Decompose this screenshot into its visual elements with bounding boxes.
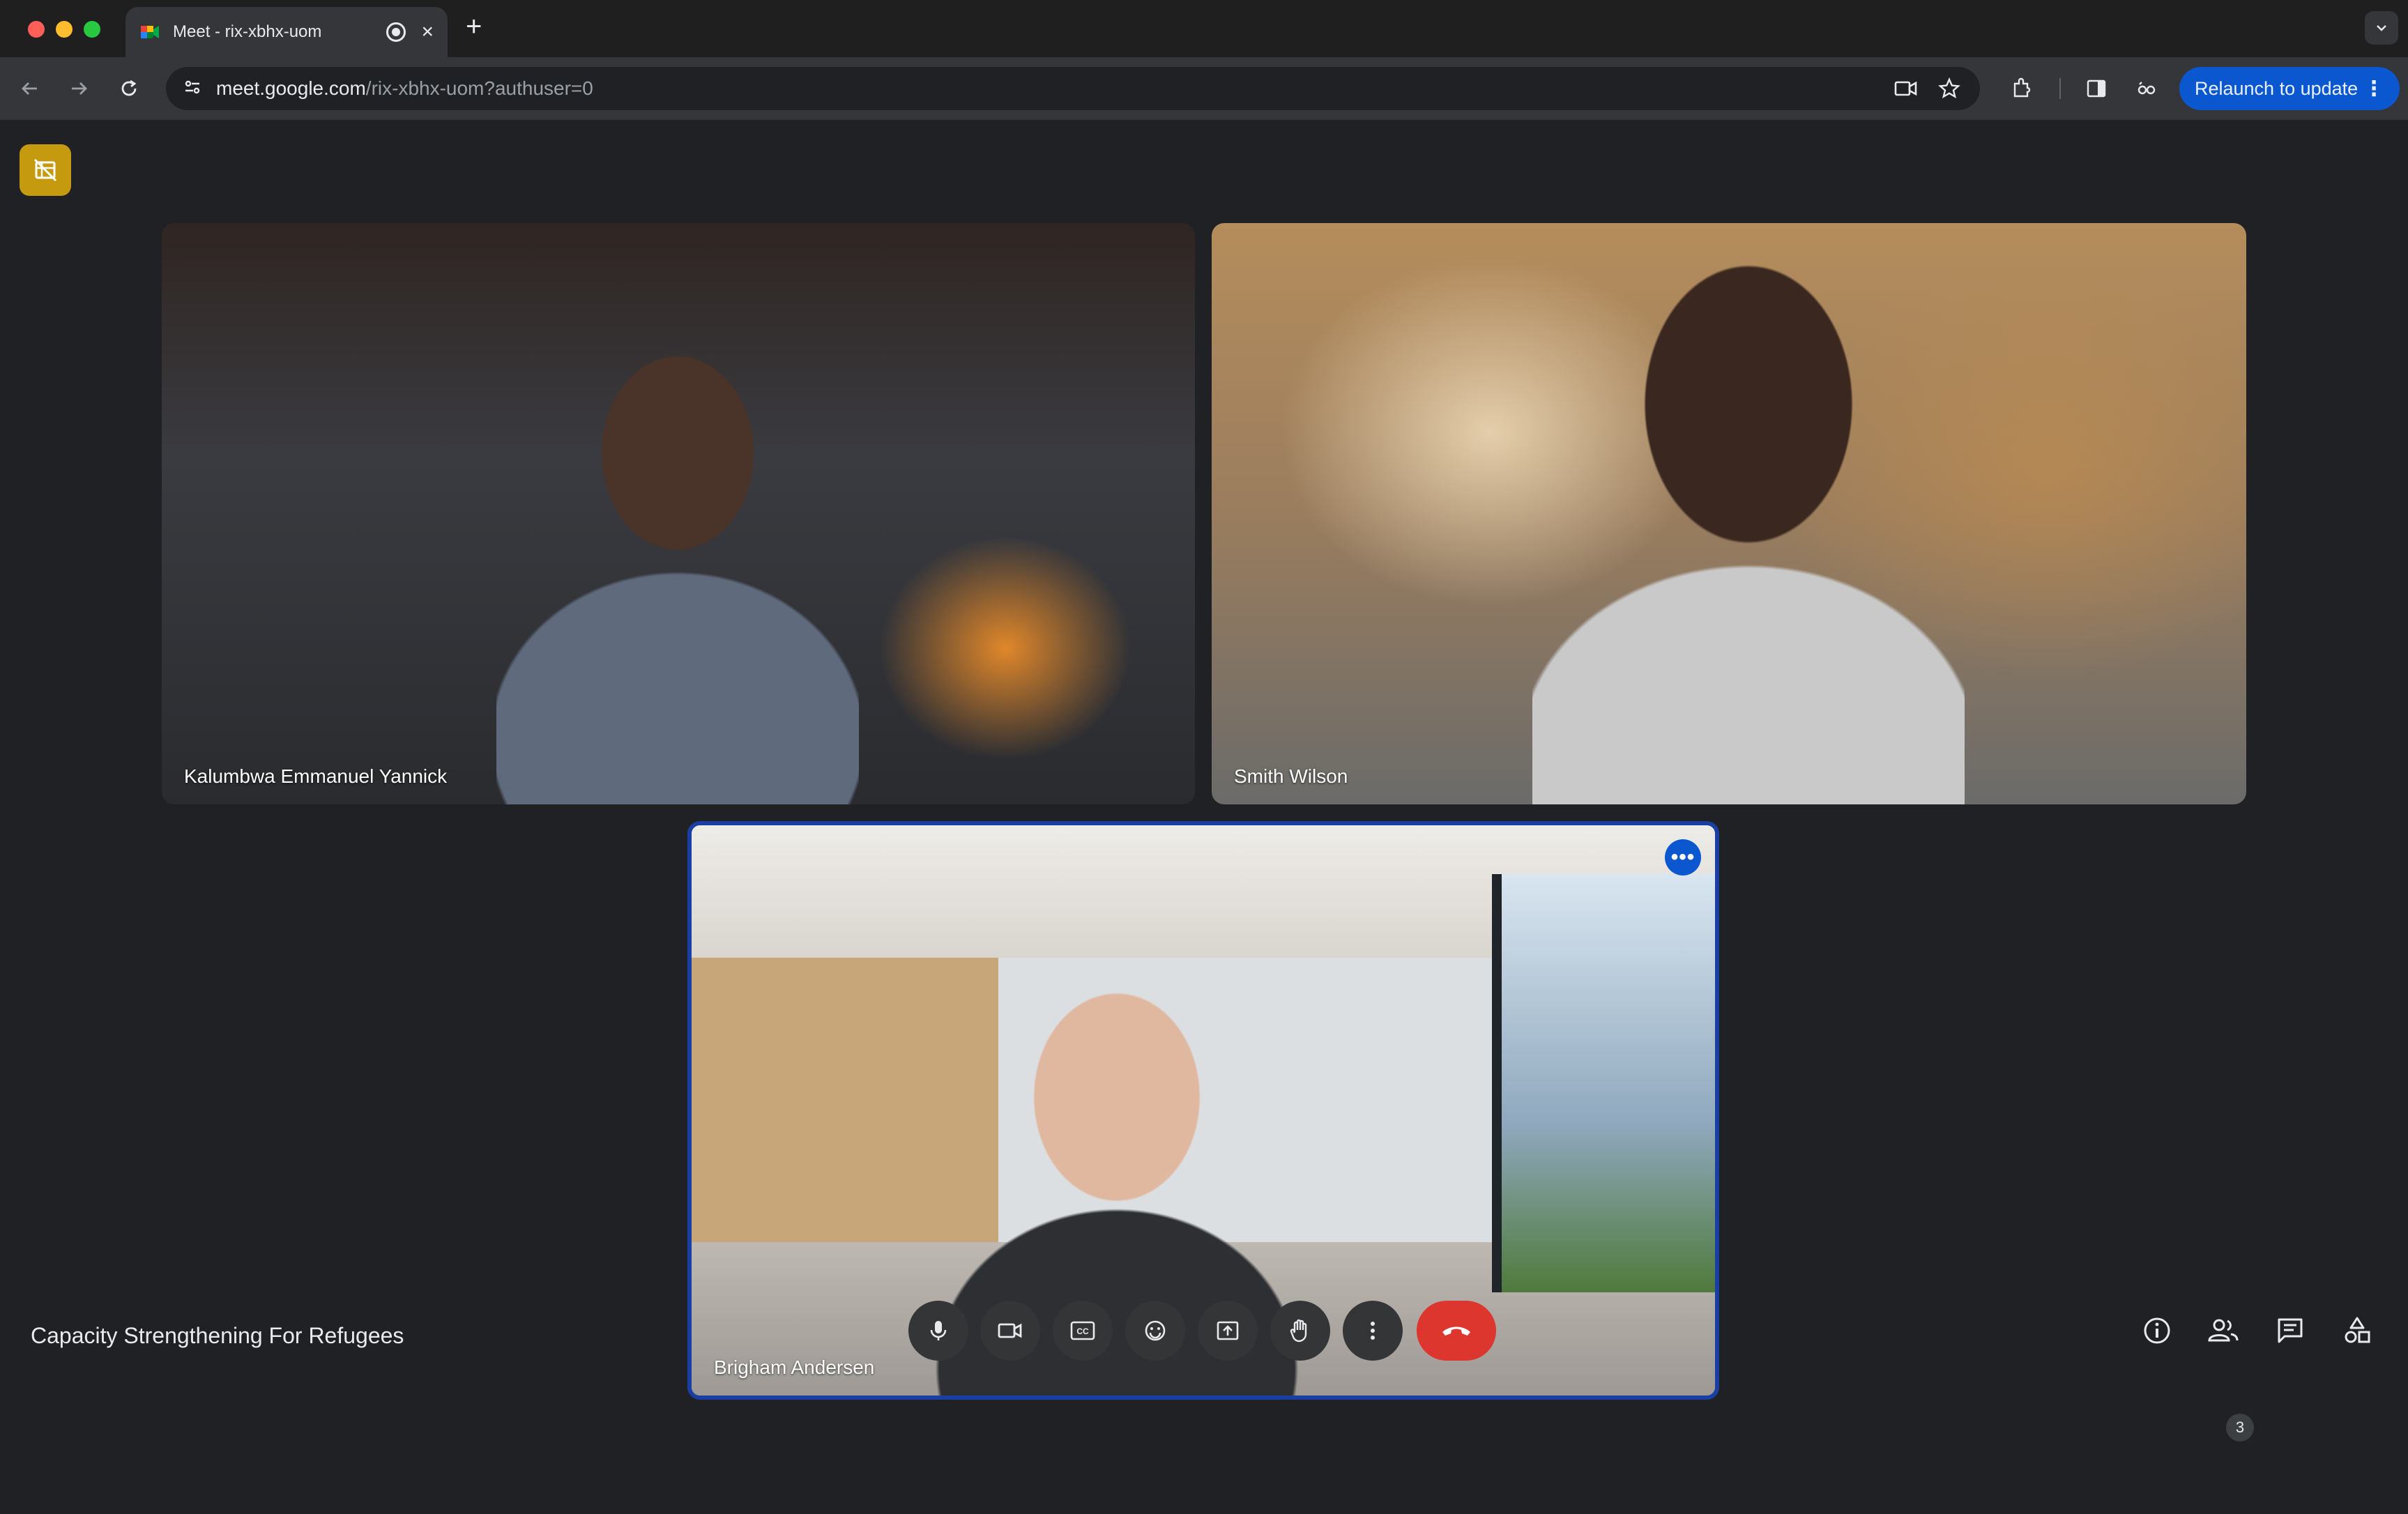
present-screen-icon (1217, 1321, 1239, 1340)
captions-button[interactable]: CC (1053, 1301, 1113, 1361)
chevron-down-icon (2377, 25, 2386, 31)
camera-in-use-icon[interactable] (1892, 75, 1920, 102)
tile-more-options-button[interactable]: ••• (1665, 839, 1701, 875)
participant-name: Brigham Andersen (714, 1356, 875, 1378)
leave-call-button[interactable] (1417, 1301, 1496, 1361)
people-button[interactable] (2196, 1303, 2250, 1358)
forward-button[interactable] (63, 72, 95, 105)
captions-icon: CC (1070, 1321, 1095, 1340)
meeting-title: Capacity Strengthening For Refugees (31, 1323, 404, 1348)
participant-video (496, 349, 859, 804)
camera-icon (998, 1323, 1022, 1338)
bookmark-star-icon[interactable] (1935, 75, 1963, 102)
participant-name: Kalumbwa Emmanuel Yannick (184, 765, 448, 787)
participant-tile[interactable]: Kalumbwa Emmanuel Yannick (162, 223, 1195, 804)
chat-icon (2278, 1318, 2303, 1343)
meeting-details-button[interactable] (2130, 1303, 2184, 1358)
arrow-left-icon (22, 82, 37, 95)
activities-icon (2345, 1317, 2370, 1343)
more-options-button[interactable] (1343, 1301, 1403, 1361)
emoji-icon (1145, 1320, 1166, 1341)
address-bar[interactable]: meet.google.com/rix-xbhx-uom?authuser=0 (166, 67, 1980, 110)
browser-tab-meet[interactable]: Meet - rix-xbhx-uom × (125, 7, 448, 57)
meet-stage: Kalumbwa Emmanuel Yannick Smith Wilson B… (0, 120, 2408, 1514)
hang-up-icon (1442, 1326, 1470, 1336)
tab-close-icon[interactable]: × (421, 22, 434, 43)
virtual-background-window (1492, 874, 1715, 1292)
window-minimize-button[interactable] (56, 21, 73, 38)
raise-hand-icon (1290, 1319, 1307, 1343)
reload-button[interactable] (113, 72, 145, 105)
browser-tabstrip: Meet - rix-xbhx-uom × + (0, 0, 2408, 57)
more-vertical-icon (1371, 1322, 1375, 1340)
tab-title: Meet - rix-xbhx-uom (173, 22, 322, 41)
side-panel-icon[interactable] (2080, 72, 2112, 105)
toolbar-divider (2059, 78, 2061, 99)
chat-button[interactable] (2263, 1303, 2317, 1358)
activities-button[interactable] (2330, 1303, 2384, 1358)
raise-hand-button[interactable] (1270, 1301, 1330, 1361)
present-screen-button[interactable] (1198, 1301, 1258, 1361)
people-icon (2208, 1319, 2239, 1342)
window-close-button[interactable] (28, 21, 45, 38)
participant-tile[interactable]: Smith Wilson (1212, 223, 2246, 804)
participant-video (1532, 223, 1965, 804)
reactions-button[interactable] (1125, 1301, 1185, 1361)
participant-count-badge: 3 (2226, 1414, 2254, 1442)
meet-favicon-icon (139, 22, 160, 43)
info-icon (2144, 1317, 2170, 1344)
browser-toolbar: meet.google.com/rix-xbhx-uom?authuser=0 … (0, 57, 2408, 120)
url-text: meet.google.com/rix-xbhx-uom?authuser=0 (216, 77, 593, 99)
microphone-icon (930, 1321, 947, 1340)
reload-icon (121, 79, 137, 96)
microphone-button[interactable] (908, 1301, 968, 1361)
arrow-right-icon (72, 82, 87, 95)
extensions-icon[interactable] (2006, 72, 2039, 105)
new-tab-button[interactable]: + (466, 13, 482, 40)
recording-indicator-icon (386, 22, 406, 42)
relaunch-label: Relaunch to update (2195, 77, 2359, 99)
recording-disabled-icon[interactable] (20, 144, 71, 196)
camera-button[interactable] (980, 1301, 1040, 1361)
browser-menu-icon[interactable]: ⋮ (2363, 77, 2384, 101)
tab-search-button[interactable] (2365, 11, 2398, 45)
window-zoom-button[interactable] (84, 21, 100, 38)
svg-text:CC: CC (1076, 1326, 1089, 1336)
site-settings-icon[interactable] (183, 77, 202, 100)
participant-name: Smith Wilson (1234, 765, 1348, 787)
back-button[interactable] (14, 72, 46, 105)
relaunch-to-update-button[interactable]: Relaunch to update ⋮ (2179, 67, 2400, 110)
reading-mode-icon[interactable] (2131, 72, 2163, 105)
